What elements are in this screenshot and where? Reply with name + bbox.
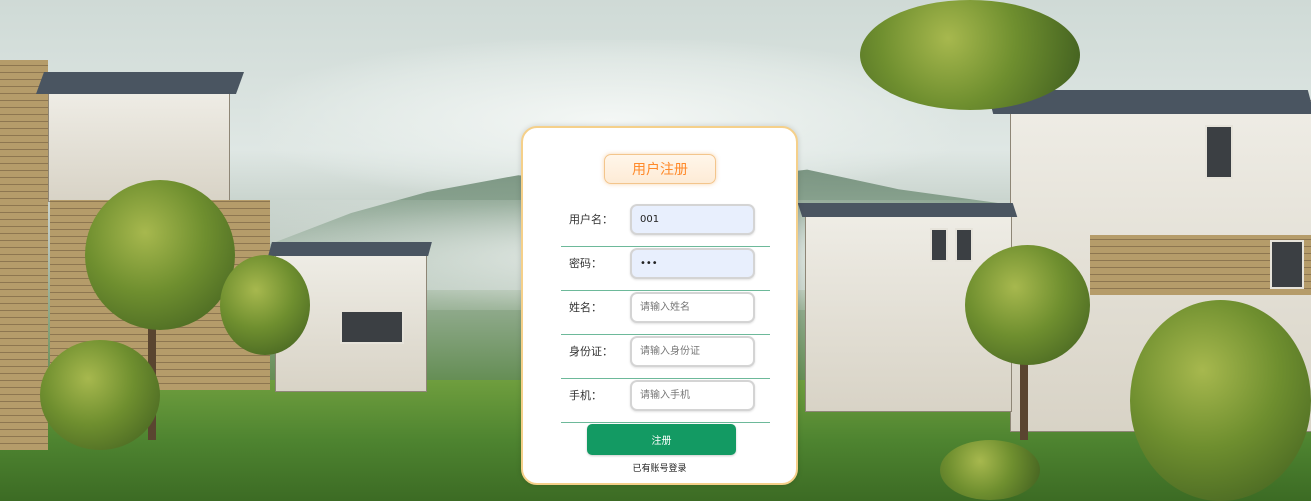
- name-row: 姓名：: [561, 290, 770, 335]
- login-link[interactable]: 已有账号登录: [523, 461, 796, 474]
- phone-row: 手机：: [561, 378, 770, 423]
- mid-house-window: [340, 310, 404, 344]
- tree: [220, 255, 310, 355]
- password-label: 密码：: [569, 257, 602, 270]
- username-row: 用户名：: [561, 202, 770, 247]
- password-input[interactable]: [630, 248, 755, 279]
- id-card-input[interactable]: [630, 336, 755, 367]
- tree: [965, 245, 1090, 365]
- id-card-label: 身份证：: [569, 345, 613, 358]
- register-button[interactable]: 注册: [587, 424, 736, 455]
- right-house-window: [1205, 125, 1233, 179]
- id-card-row: 身份证：: [561, 334, 770, 379]
- tree: [1130, 300, 1311, 501]
- password-row: 密码：: [561, 246, 770, 291]
- mid-house-roof: [268, 242, 432, 256]
- background-scene: 用户注册 用户名： 密码： 姓名： 身份证： 手机： 注册 已有账号登录: [0, 0, 1311, 501]
- register-title: 用户注册: [604, 154, 716, 184]
- tree-canopy: [860, 0, 1080, 110]
- right-mid-house-window: [930, 228, 948, 262]
- bush: [40, 340, 160, 450]
- left-house-roof: [35, 72, 245, 94]
- right-house-window: [1270, 240, 1304, 289]
- name-label: 姓名：: [569, 301, 602, 314]
- right-mid-house-roof: [797, 203, 1018, 217]
- register-card: 用户注册 用户名： 密码： 姓名： 身份证： 手机： 注册 已有账号登录: [521, 126, 798, 485]
- phone-label: 手机：: [569, 389, 602, 402]
- username-label: 用户名：: [569, 213, 613, 226]
- name-input[interactable]: [630, 292, 755, 323]
- right-mid-house-window: [955, 228, 973, 262]
- username-input[interactable]: [630, 204, 755, 235]
- bush: [940, 440, 1040, 500]
- tree: [85, 180, 235, 330]
- phone-input[interactable]: [630, 380, 755, 411]
